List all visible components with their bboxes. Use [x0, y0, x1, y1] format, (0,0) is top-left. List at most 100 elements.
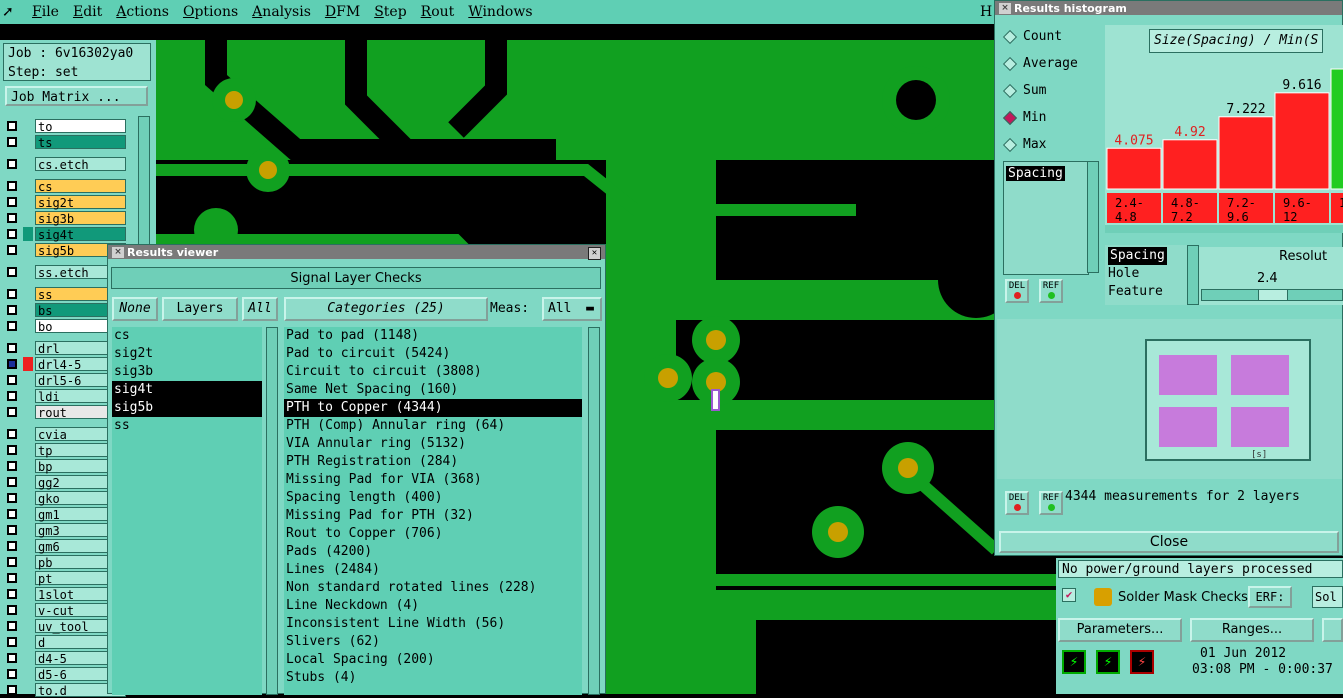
menu-item-file[interactable]: File: [32, 4, 59, 20]
layer-checkbox[interactable]: [7, 669, 17, 679]
category-item[interactable]: Pad to pad (1148): [284, 327, 582, 345]
layer-checkbox[interactable]: [7, 461, 17, 471]
menu-item-options[interactable]: Options: [183, 4, 238, 20]
histogram-bar[interactable]: [1106, 147, 1162, 190]
category-item[interactable]: Same Net Spacing (160): [284, 381, 582, 399]
mode-radio-count[interactable]: Count: [1001, 23, 1099, 50]
layer-row[interactable]: cs.etch: [3, 156, 126, 172]
layer-checkbox[interactable]: [7, 181, 17, 191]
ref-button[interactable]: REF: [1039, 279, 1063, 303]
category-item[interactable]: Line Neckdown (4): [284, 597, 582, 615]
layer-checkbox[interactable]: [7, 589, 17, 599]
category-item[interactable]: Pads (4200): [284, 543, 582, 561]
attribute-scrollbar[interactable]: [1087, 161, 1099, 273]
layer-checkbox[interactable]: [7, 477, 17, 487]
layer-checkbox[interactable]: [7, 137, 17, 147]
option-list[interactable]: Spacing Hole Feature: [1105, 245, 1187, 305]
category-item[interactable]: Lines (2484): [284, 561, 582, 579]
layer-checkbox[interactable]: [7, 525, 17, 535]
radio-diamond-icon[interactable]: [1002, 56, 1018, 71]
category-item[interactable]: Pad to circuit (5424): [284, 345, 582, 363]
viewer-layer-item[interactable]: ss: [112, 417, 262, 435]
layer-checkbox[interactable]: [7, 541, 17, 551]
layer-checkbox[interactable]: [7, 229, 17, 239]
board-thumbnail[interactable]: [s]: [1145, 339, 1311, 461]
run-icon[interactable]: ⚡: [1062, 650, 1086, 674]
layer-checkbox[interactable]: [7, 121, 17, 131]
slider-thumb[interactable]: [1258, 290, 1288, 300]
layer-row[interactable]: cs: [3, 178, 126, 194]
radio-diamond-icon[interactable]: [1002, 83, 1018, 98]
category-item[interactable]: Inconsistent Line Width (56): [284, 615, 582, 633]
radio-diamond-icon[interactable]: [1002, 110, 1018, 125]
attribute-item-selected[interactable]: Spacing: [1006, 166, 1065, 181]
mode-radio-max[interactable]: Max: [1001, 131, 1099, 158]
category-item[interactable]: Circuit to circuit (3808): [284, 363, 582, 381]
layers-button[interactable]: Layers: [162, 297, 238, 321]
layer-checkbox[interactable]: [7, 375, 17, 385]
layer-checkbox[interactable]: [7, 289, 17, 299]
layer-row[interactable]: ts: [3, 134, 126, 150]
layer-checkbox[interactable]: [7, 267, 17, 277]
layer-checkbox[interactable]: [7, 305, 17, 315]
histogram-bar[interactable]: [1274, 92, 1330, 190]
window-menu-icon[interactable]: ×: [999, 2, 1011, 14]
categories-button[interactable]: Categories (25): [284, 297, 488, 321]
category-item[interactable]: Missing Pad for VIA (368): [284, 471, 582, 489]
histogram-bar[interactable]: [1162, 139, 1218, 190]
erf-value[interactable]: Sol: [1312, 586, 1343, 608]
layer-checkbox[interactable]: [7, 359, 17, 369]
layer-checkbox[interactable]: [7, 509, 17, 519]
resolution-slider[interactable]: [1201, 289, 1343, 301]
job-matrix-button[interactable]: Job Matrix ...: [5, 86, 148, 106]
layer-checkbox[interactable]: [7, 605, 17, 615]
attribute-list[interactable]: Spacing: [1003, 161, 1089, 275]
menu-item-rout[interactable]: Rout: [421, 4, 455, 20]
option-scrollbar[interactable]: [1187, 245, 1199, 305]
viewer-layer-item[interactable]: sig3b: [112, 363, 262, 381]
solder-mask-checkbox[interactable]: ✔: [1062, 588, 1076, 602]
layer-checkbox[interactable]: [7, 343, 17, 353]
option-feature[interactable]: Feature: [1108, 283, 1187, 301]
layer-checkbox[interactable]: [7, 391, 17, 401]
close-icon[interactable]: ✕: [588, 247, 601, 260]
layer-checkbox[interactable]: [7, 197, 17, 207]
category-item[interactable]: Missing Pad for PTH (32): [284, 507, 582, 525]
menu-item-help[interactable]: H: [980, 4, 992, 20]
viewer-layer-item[interactable]: sig4t: [112, 381, 262, 399]
viewer-layer-list[interactable]: cs sig2t sig3b sig4t sig5b ss: [112, 327, 262, 695]
layer-checkbox[interactable]: [7, 213, 17, 223]
layer-checkbox[interactable]: [7, 407, 17, 417]
viewer-layer-item[interactable]: sig2t: [112, 345, 262, 363]
layer-checkbox[interactable]: [7, 493, 17, 503]
layer-checkbox[interactable]: [7, 429, 17, 439]
layer-checkbox[interactable]: [7, 637, 17, 647]
viewer-layer-item[interactable]: cs: [112, 327, 262, 345]
viewer-titlebar[interactable]: × Results viewer: [108, 245, 605, 259]
menu-item-windows[interactable]: Windows: [468, 4, 532, 20]
layer-checkbox[interactable]: [7, 557, 17, 567]
close-button[interactable]: Close: [999, 531, 1339, 553]
viewer-layer-item[interactable]: sig5b: [112, 399, 262, 417]
category-item[interactable]: Spacing length (400): [284, 489, 582, 507]
menu-item-actions[interactable]: Actions: [116, 4, 169, 20]
menu-item-step[interactable]: Step: [374, 4, 406, 20]
extra-button[interactable]: [1322, 618, 1343, 642]
layer-checkbox[interactable]: [7, 321, 17, 331]
mode-radio-average[interactable]: Average: [1001, 50, 1099, 77]
layer-checkbox[interactable]: [7, 159, 17, 169]
category-item[interactable]: Stubs (4): [284, 669, 582, 687]
meas-select[interactable]: All ▬: [542, 297, 602, 321]
parameters-button[interactable]: Parameters...: [1058, 618, 1182, 642]
del-button[interactable]: DEL: [1005, 279, 1029, 303]
none-button[interactable]: None: [112, 297, 158, 321]
ref-button-2[interactable]: REF: [1039, 491, 1063, 515]
category-scrollbar[interactable]: [588, 327, 600, 695]
category-item[interactable]: PTH (Comp) Annular ring (64): [284, 417, 582, 435]
layer-row[interactable]: to: [3, 118, 126, 134]
erf-label[interactable]: ERF:: [1248, 586, 1292, 608]
histogram-bar[interactable]: [1330, 68, 1343, 190]
option-spacing[interactable]: Spacing: [1108, 247, 1167, 265]
category-list[interactable]: Pad to pad (1148) Pad to circuit (5424) Ci…: [284, 327, 582, 695]
menu-item-dfm[interactable]: DFM: [325, 4, 360, 20]
